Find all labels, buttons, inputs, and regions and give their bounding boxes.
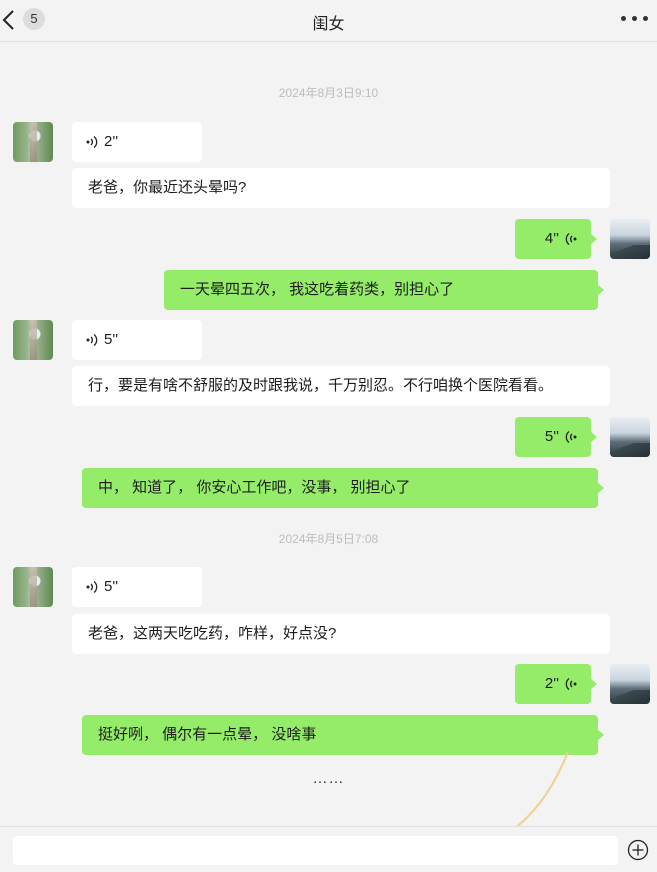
voice-message[interactable]: 4'': [515, 219, 597, 259]
input-bar: [0, 826, 657, 872]
voice-wave-icon: [86, 333, 98, 347]
contact-avatar[interactable]: [13, 567, 53, 607]
chat-screen: 5 闺女 2024年8月3日9:10 2'' 老爸，你最近还头晕吗? 4'' 一…: [0, 0, 657, 872]
voice-duration: 2'': [104, 133, 119, 150]
voice-message[interactable]: 5'': [72, 320, 202, 360]
voice-wave-icon: [565, 677, 577, 691]
voice-wave-icon: [86, 135, 98, 149]
voice-duration: 4'': [544, 230, 559, 247]
contact-avatar[interactable]: [13, 122, 53, 162]
voice-duration: 2'': [544, 675, 559, 692]
voice-message[interactable]: 2'': [72, 122, 202, 162]
chat-title: 闺女: [312, 16, 345, 33]
voice-duration: 5'': [104, 578, 119, 595]
timestamp: 2024年8月3日9:10: [278, 86, 379, 100]
voice-wave-icon: [565, 232, 577, 246]
voice-wave-icon: [86, 580, 98, 594]
more-dots-icon[interactable]: [620, 16, 652, 22]
text-message[interactable]: 老爸，这两天吃吃药，咋样，好点没?: [72, 614, 610, 654]
voice-duration: 5'': [544, 428, 559, 445]
text-message[interactable]: 行，要是有啥不舒服的及时跟我说，千万别忍。不行咱换个医院看看。: [72, 366, 610, 406]
my-avatar[interactable]: [610, 417, 650, 457]
voice-message[interactable]: 2'': [515, 664, 597, 704]
plus-circle-icon[interactable]: [627, 839, 649, 861]
text-message[interactable]: 老爸，你最近还头晕吗?: [72, 168, 610, 208]
chat-header: 5 闺女: [0, 0, 657, 42]
my-avatar[interactable]: [610, 664, 650, 704]
my-avatar[interactable]: [610, 219, 650, 259]
voice-message[interactable]: 5'': [72, 567, 202, 607]
contact-avatar[interactable]: [13, 320, 53, 360]
timestamp: 2024年8月5日7:08: [278, 532, 379, 546]
voice-message[interactable]: 5'': [515, 417, 597, 457]
ellipsis-text: ……: [312, 770, 345, 787]
text-message[interactable]: 中， 知道了， 你安心工作吧，没事， 别担心了: [82, 468, 604, 508]
text-message[interactable]: 挺好咧， 偶尔有一点晕， 没啥事: [82, 715, 604, 755]
message-input[interactable]: [13, 836, 618, 865]
voice-duration: 5'': [104, 331, 119, 348]
voice-wave-icon: [565, 430, 577, 444]
text-message[interactable]: 一天晕四五次， 我这吃着药类，别担心了: [164, 270, 604, 310]
